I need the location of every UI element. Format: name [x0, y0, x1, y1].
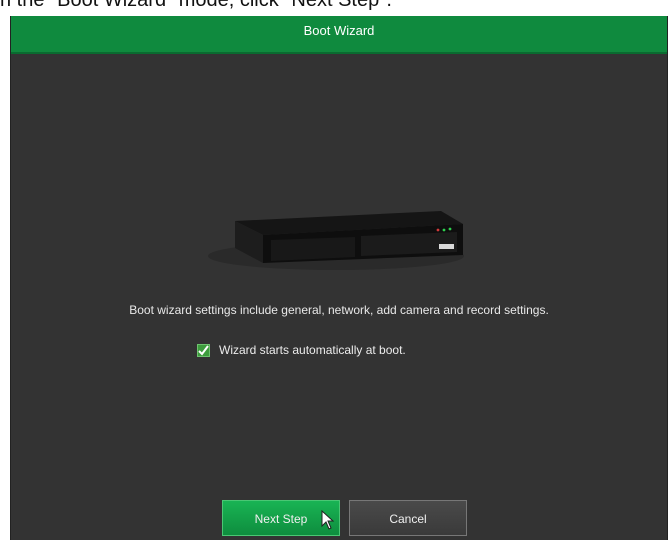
auto-start-checkbox[interactable]: [197, 343, 210, 357]
dialog-titlebar: Boot Wizard: [11, 16, 667, 54]
auto-start-checkbox-row[interactable]: Wizard starts automatically at boot.: [197, 342, 406, 358]
cancel-button[interactable]: Cancel: [349, 500, 467, 536]
dialog-title: Boot Wizard: [303, 23, 375, 38]
wizard-description: Boot wizard settings include general, ne…: [129, 303, 549, 317]
instruction-caption: n the "Boot Wizard" mode, click "Next St…: [0, 0, 392, 11]
check-icon: [198, 344, 209, 356]
nvr-device-icon: [208, 211, 464, 270]
boot-wizard-dialog: Boot Wizard Boot wizard settings include…: [10, 16, 668, 540]
page: n the "Boot Wizard" mode, click "Next St…: [0, 0, 670, 540]
mouse-cursor-icon: [321, 510, 335, 530]
auto-start-label: Wizard starts automatically at boot.: [219, 343, 406, 357]
